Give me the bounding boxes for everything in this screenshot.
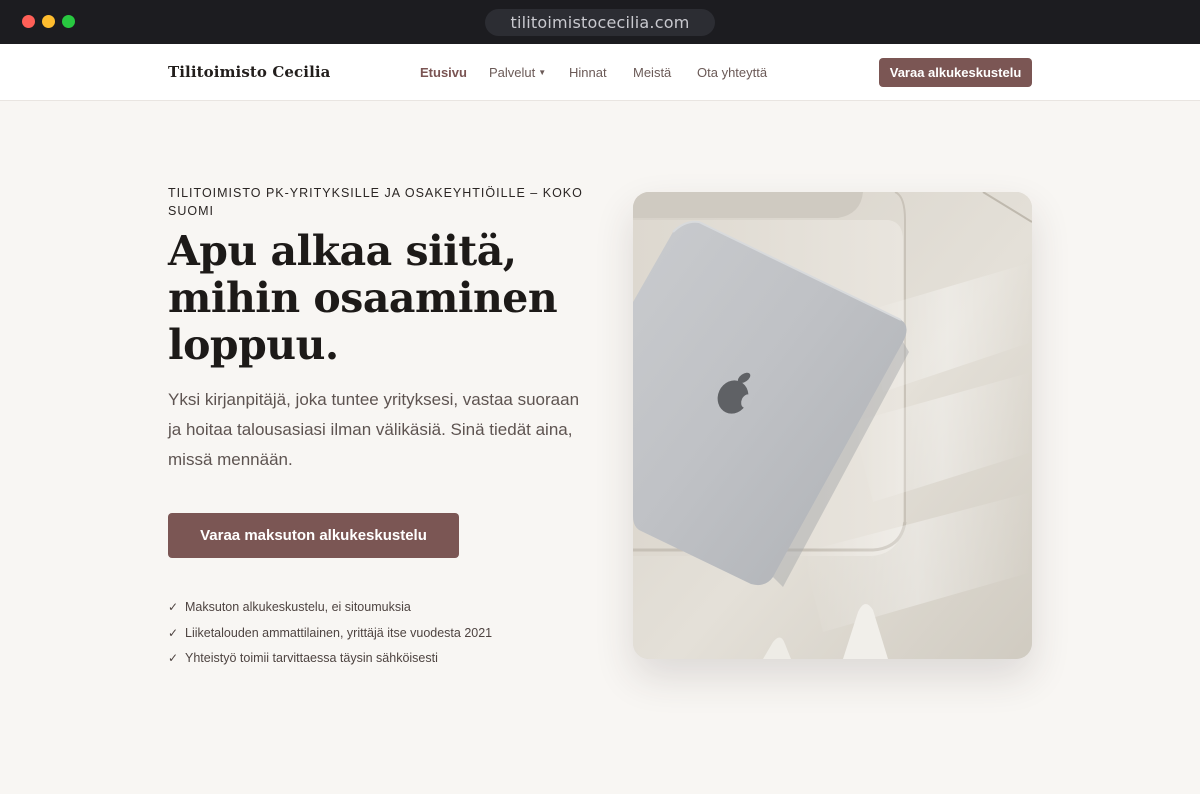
nav-link-label: Hinnat [569,65,607,80]
check-icon: ✓ [168,600,179,614]
benefit-list: ✓ Maksuton alkukeskustelu, ei sitoumuksia… [168,596,588,673]
header-cta-button[interactable]: Varaa alkukeskustelu [879,58,1032,87]
hero-image [633,192,1032,659]
hero-lead: Yksi kirjanpitäjä, joka tuntee yritykses… [168,390,580,469]
address-bar[interactable]: tilitoimistocecilia.com [485,9,715,36]
window-maximize-button[interactable] [62,15,75,28]
benefit-text: Maksuton alkukeskustelu, ei sitoumuksia [185,600,411,614]
window-close-button[interactable] [22,15,35,28]
site-header: Tilitoimisto Cecilia Etusivu Palvelut ▼ H… [0,44,1200,101]
hero-eyebrow: TILITOIMISTO PK-YRITYKSILLE JA OSAKEYHTI… [168,186,583,218]
check-icon: ✓ [168,625,179,640]
browser-chrome: tilitoimistocecilia.com [0,0,1200,44]
chevron-down-icon: ▼ [538,68,547,77]
nav-link-label: Meistä [633,65,672,80]
nav-link-etusivu[interactable]: Etusivu [420,65,467,80]
nav-link-label: Etusivu [420,65,467,80]
benefit-item: ✓ Yhteistyö toimii tarvittaessa täysin sä… [168,647,588,673]
nav-link-meista[interactable]: Meistä [633,65,671,80]
hero-headline: Apu alkaa siitä, mihin osaaminen loppuu. [168,227,558,369]
nav-link-hinnat[interactable]: Hinnat [569,65,607,80]
benefit-item: ✓ Maksuton alkukeskustelu, ei sitoumuksia [168,596,588,622]
window-minimize-button[interactable] [42,15,55,28]
brand-logo[interactable]: Tilitoimisto Cecilia [168,63,331,81]
check-icon: ✓ [168,651,179,665]
nav-link-label: Palvelut [489,65,536,80]
hero-cta-button[interactable]: Varaa maksuton alkukeskustelu [168,513,459,558]
benefit-text: Yhteistyö toimii tarvittaessa täysin säh… [185,651,438,665]
nav-link-palvelut[interactable]: Palvelut ▼ [489,65,546,80]
nav-link-label: Ota yhteyttä [697,65,768,80]
nav-link-ota-yhteytta[interactable]: Ota yhteyttä [697,65,767,80]
benefit-item: ✓ Liiketalouden ammattilainen, yrittäjä i… [168,622,588,648]
benefit-text: Liiketalouden ammattilainen, yrittäjä it… [185,625,493,640]
